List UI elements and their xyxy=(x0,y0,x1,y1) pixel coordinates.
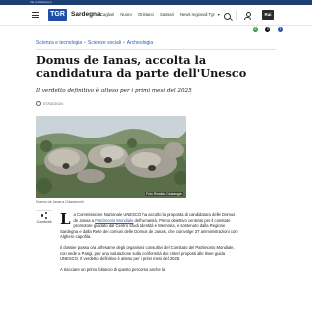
breadcrumb-item-archeologia[interactable]: Archeologia xyxy=(127,40,153,46)
nav-item-oristano[interactable]: Oristano xyxy=(138,12,154,17)
image-caption: Domus de Janas a Chiaramonti xyxy=(36,200,84,204)
hero-image: Foto Rinaldo Castangia xyxy=(36,116,186,198)
share-divider xyxy=(36,210,52,211)
regional-news-dropdown[interactable]: News regionali Tgr ▼ xyxy=(180,9,220,21)
whatsapp-icon[interactable]: ✆ xyxy=(253,27,258,32)
article-paragraph: La Commissione Nazionale UNESCO ha accol… xyxy=(60,210,238,240)
clock-icon xyxy=(36,101,41,107)
chevron-down-icon: ▼ xyxy=(217,13,221,17)
article-paragraph: A tracciare un primo bilancio di questo … xyxy=(60,266,166,272)
photo-credit: Foto Rinaldo Castangia xyxy=(144,192,183,196)
hamburger-menu-icon[interactable] xyxy=(32,12,39,20)
top-share-row: ✆ X f xyxy=(250,27,283,33)
user-icon[interactable] xyxy=(244,12,251,20)
share-tool[interactable]: Condividi xyxy=(36,212,52,224)
patrimonio-mondiale-link[interactable]: Patrimonio Mondiale xyxy=(95,218,133,223)
share-icon xyxy=(40,212,48,219)
article-subtitle: Il verdetto definitivo è atteso per i pr… xyxy=(36,88,192,94)
rai-logo[interactable]: Rai xyxy=(262,10,274,20)
facebook-icon[interactable]: f xyxy=(277,27,283,32)
city-nav: Cagliari Nuoro Oristano Sassari xyxy=(100,9,179,21)
article-title: Domus de Ianas, accolta la candidatura d… xyxy=(36,53,247,80)
site-header: TGR Sardegna Cagliari Nuoro Oristano Sas… xyxy=(0,5,312,26)
nav-item-cagliari[interactable]: Cagliari xyxy=(100,12,114,17)
region-name[interactable]: Sardegna xyxy=(71,9,101,21)
breadcrumb-item-scienze-sociali[interactable]: Scienze sociali xyxy=(88,40,121,46)
breadcrumb: Scienza e tecnologia • Scienze sociali • Arc… xyxy=(36,40,154,46)
tgr-logo[interactable]: TGR xyxy=(48,9,67,21)
share-label: Condividi xyxy=(36,220,52,224)
x-icon[interactable]: X xyxy=(265,27,271,32)
header-divider xyxy=(236,11,237,20)
publish-date: 07/02/2024 xyxy=(36,101,63,107)
nav-item-nuoro[interactable]: Nuoro xyxy=(120,12,131,17)
drop-cap: L xyxy=(60,210,71,228)
breadcrumb-item-scienza[interactable]: Scienza e tecnologia xyxy=(36,40,82,46)
breadcrumb-divider xyxy=(36,49,276,50)
search-icon[interactable] xyxy=(224,13,231,20)
nav-item-sassari[interactable]: Sassari xyxy=(160,12,174,17)
article-body: La Commissione Nazionale UNESCO ha accol… xyxy=(60,212,238,277)
hero-photo-illustration xyxy=(36,116,186,198)
article-paragraph: Il dossier passa ora all'esame degli org… xyxy=(60,244,235,262)
